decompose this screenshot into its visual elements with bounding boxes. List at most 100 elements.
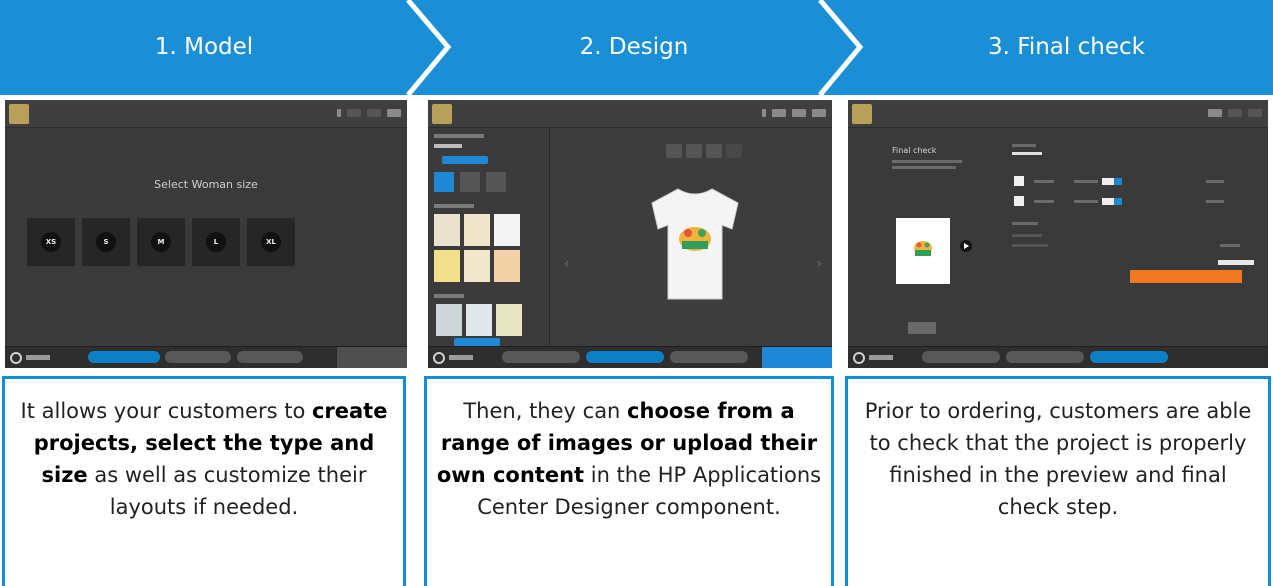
info-icon[interactable] (762, 109, 766, 117)
quantity-size (1074, 200, 1098, 203)
order-button[interactable] (1130, 270, 1242, 283)
quantity-toggle[interactable] (1102, 178, 1122, 185)
topbar-icons (1208, 109, 1262, 119)
preview-artwork-icon (914, 241, 932, 256)
app-logo (9, 104, 29, 124)
size-s-label: S (96, 232, 116, 252)
save-icon[interactable] (792, 109, 806, 117)
background-tool-icon[interactable] (486, 172, 506, 192)
tab-design[interactable] (165, 351, 231, 363)
project-name (1012, 152, 1042, 155)
sidebar-back-link[interactable] (434, 144, 462, 148)
prev-view-icon[interactable]: ‹ (564, 256, 570, 272)
gallery-thumb[interactable] (464, 250, 490, 282)
text-tool-icon[interactable] (460, 172, 480, 192)
sidebar-category-tab[interactable] (442, 156, 488, 164)
size-m-label: M (151, 232, 171, 252)
gallery-thumb[interactable] (494, 214, 520, 246)
tab-model[interactable] (502, 351, 580, 363)
desc-text: Prior to ordering, customers are able to… (864, 399, 1252, 519)
gallery-thumb[interactable] (434, 250, 460, 282)
tab-model[interactable] (88, 351, 160, 363)
step-2-label: 2. Design (579, 34, 689, 60)
crop-tool-icon[interactable] (686, 144, 702, 158)
design-canvas[interactable]: ‹ › (550, 128, 832, 362)
quantity-decrement[interactable] (1014, 196, 1024, 206)
share-icon[interactable] (367, 109, 381, 117)
final-check-subtitle (892, 166, 956, 169)
desc-text: It allows your customers to (20, 399, 312, 423)
cart-icon[interactable] (1248, 109, 1262, 117)
project-preview[interactable] (896, 218, 950, 284)
design-description: Then, they can choose from a range of im… (424, 376, 834, 586)
move-tool-icon[interactable] (666, 144, 682, 158)
step-1-label: 1. Model (154, 34, 254, 60)
tab-design[interactable] (586, 351, 664, 363)
tshirt-icon (651, 188, 739, 300)
text-edit-icon[interactable] (706, 144, 722, 158)
design-screenshot: ‹ › (428, 100, 832, 368)
size-xl-label: XL (261, 232, 281, 252)
next-preview-icon[interactable] (960, 240, 972, 252)
upload-thumb[interactable] (466, 304, 492, 336)
quantity-increment[interactable] (1014, 176, 1024, 186)
home-icon[interactable] (433, 352, 445, 364)
save-icon[interactable] (1228, 109, 1242, 117)
tab-model[interactable] (922, 351, 1000, 363)
design-description-text: Then, they can choose from a range of im… (427, 395, 831, 523)
gallery-thumb[interactable] (494, 250, 520, 282)
app-topbar (848, 100, 1268, 128)
next-view-icon[interactable]: › (816, 256, 822, 272)
share-icon[interactable] (1208, 109, 1222, 117)
home-label (26, 355, 50, 360)
menu-icon[interactable] (347, 109, 361, 117)
final-check-title: Final check (892, 146, 937, 155)
cart-icon[interactable] (387, 109, 401, 117)
upload-thumb[interactable] (496, 304, 522, 336)
home-icon[interactable] (10, 352, 22, 364)
uploads-heading (434, 294, 464, 298)
tab-final-check[interactable] (1090, 351, 1168, 363)
app-topbar (428, 100, 832, 128)
home-icon[interactable] (853, 352, 865, 364)
app-bottombar (848, 346, 1268, 368)
size-tile-m[interactable]: M (137, 218, 185, 266)
next-button[interactable] (762, 347, 832, 368)
size-tile-l[interactable]: L (192, 218, 240, 266)
gallery-thumb[interactable] (464, 214, 490, 246)
cart-icon[interactable] (812, 109, 826, 117)
final-check-description-text: Prior to ordering, customers are able to… (848, 395, 1268, 523)
pricing-line (1012, 244, 1048, 247)
share-icon[interactable] (772, 109, 786, 117)
info-icon[interactable] (337, 109, 341, 117)
line-price (1206, 180, 1224, 183)
tab-final-check[interactable] (237, 351, 303, 363)
size-tile-s[interactable]: S (82, 218, 130, 266)
desc-text: Then, they can (463, 399, 628, 423)
size-tile-xs[interactable]: XS (27, 218, 75, 266)
quantity-label (1034, 200, 1054, 203)
rearrange-button[interactable] (908, 322, 936, 334)
step-banner: 1. Model 2. Design 3. Final check (0, 0, 1273, 95)
size-xs-label: XS (41, 232, 61, 252)
final-check-description: Prior to ordering, customers are able to… (845, 376, 1271, 586)
home-label (449, 355, 473, 360)
tab-design[interactable] (1006, 351, 1084, 363)
app-logo (852, 104, 872, 124)
gallery-thumb[interactable] (434, 214, 460, 246)
upload-thumb[interactable] (436, 304, 462, 336)
size-tile-xl[interactable]: XL (247, 218, 295, 266)
subtotal-value (1220, 244, 1240, 247)
next-button[interactable] (337, 347, 407, 368)
project-label (1012, 144, 1036, 147)
size-options: XS S M L XL (27, 218, 295, 266)
quantity-label (1034, 180, 1054, 183)
quantity-toggle[interactable] (1102, 198, 1122, 205)
tab-final-check[interactable] (670, 351, 748, 363)
tshirt-preview[interactable] (640, 183, 750, 303)
desc-text: as well as customize their layouts if ne… (87, 463, 367, 519)
pricing-heading (1012, 222, 1038, 225)
delete-tool-icon[interactable] (726, 144, 742, 158)
images-tool-icon[interactable] (434, 172, 454, 192)
model-description-text: It allows your customers to create proje… (5, 395, 403, 523)
